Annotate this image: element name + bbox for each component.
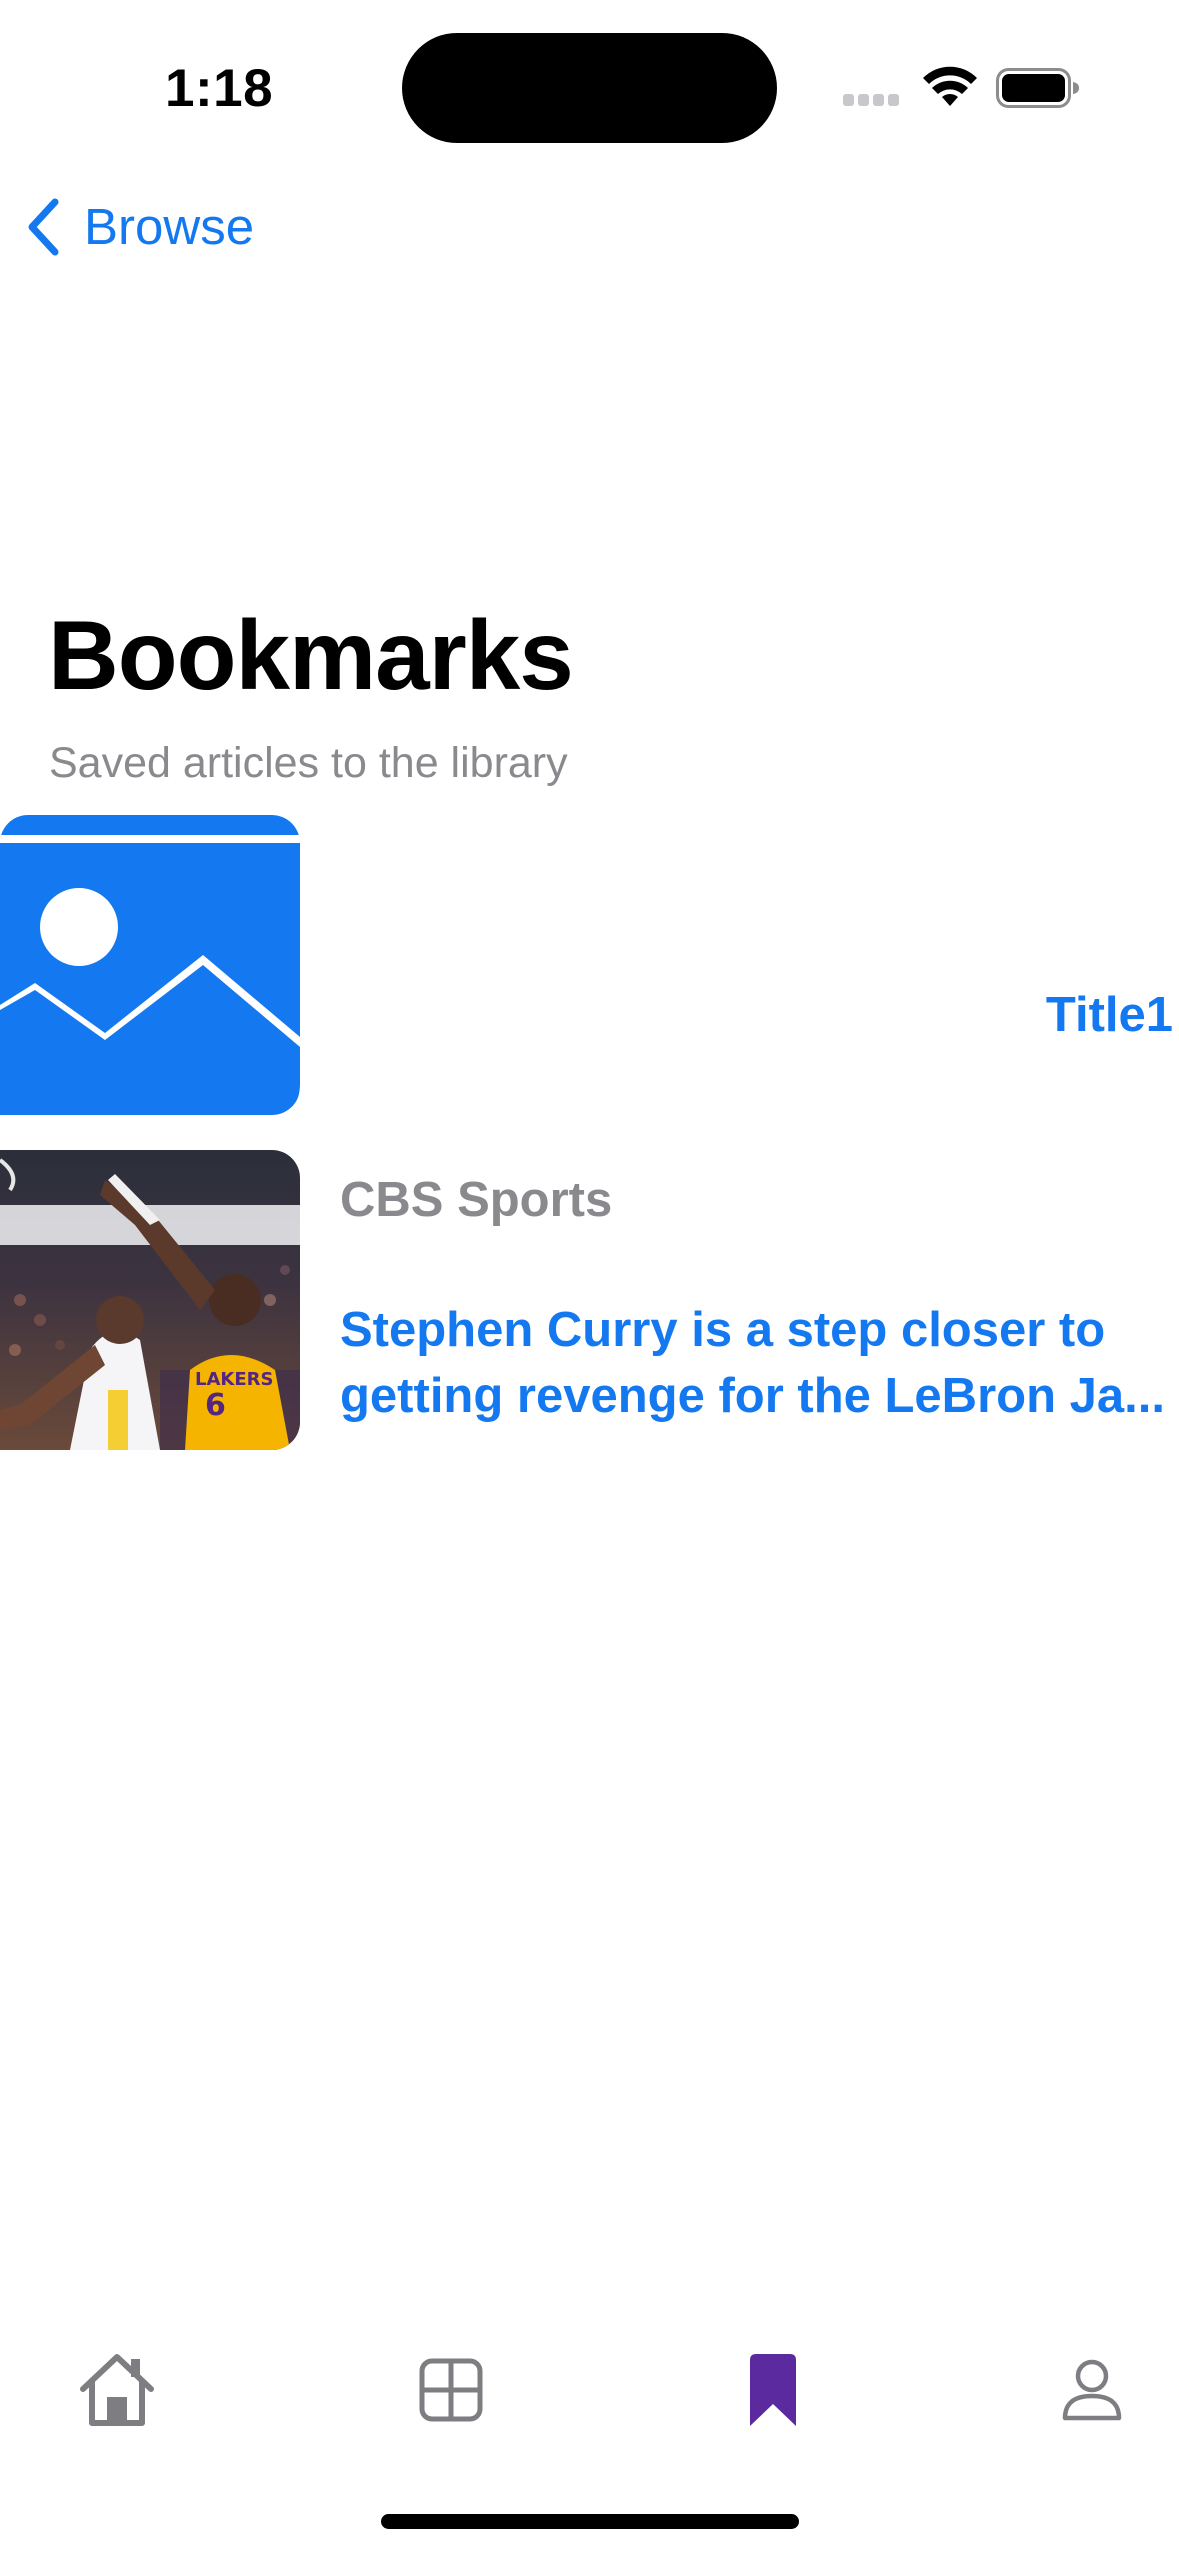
cellular-signal-icon bbox=[843, 94, 899, 106]
svg-text:6: 6 bbox=[205, 1388, 226, 1423]
page-title: Bookmarks bbox=[48, 600, 574, 710]
wifi-icon bbox=[923, 66, 977, 106]
dynamic-island bbox=[402, 33, 777, 143]
headline-line-2: getting revenge for the LeBron Ja... bbox=[340, 1369, 1165, 1423]
tab-bar bbox=[0, 2330, 1179, 2450]
tab-bookmarks[interactable] bbox=[713, 2330, 833, 2450]
status-time: 1:18 bbox=[165, 59, 274, 118]
page-subtitle: Saved articles to the library bbox=[49, 739, 568, 787]
home-icon bbox=[80, 2354, 154, 2426]
home-indicator[interactable] bbox=[381, 2514, 799, 2529]
person-icon bbox=[1062, 2359, 1122, 2421]
grid-icon bbox=[419, 2358, 483, 2422]
back-label: Browse bbox=[84, 198, 255, 255]
image-placeholder-icon bbox=[0, 815, 300, 1115]
article-title: Title1 bbox=[1045, 988, 1173, 1042]
headline-line-1: Stephen Curry is a step closer to bbox=[340, 1303, 1106, 1357]
bookmark-row[interactable]: Title1 bbox=[0, 815, 1179, 1115]
bookmark-row[interactable]: 6 LAKERS CBS Sports Stephen Curry is a s… bbox=[0, 1150, 1179, 1450]
battery-icon bbox=[996, 68, 1079, 108]
tab-grid[interactable] bbox=[391, 2330, 511, 2450]
article-thumbnail: 6 LAKERS bbox=[0, 1150, 300, 1450]
svg-text:LAKERS: LAKERS bbox=[195, 1369, 273, 1390]
tab-home[interactable] bbox=[57, 2330, 177, 2450]
chevron-left-icon bbox=[28, 198, 59, 256]
back-button[interactable]: Browse bbox=[24, 192, 254, 262]
article-headline: Stephen Curry is a step closer to gettin… bbox=[340, 1297, 1179, 1429]
tab-profile[interactable] bbox=[1032, 2330, 1152, 2450]
article-source: CBS Sports bbox=[340, 1173, 613, 1227]
bookmark-icon bbox=[750, 2354, 796, 2426]
